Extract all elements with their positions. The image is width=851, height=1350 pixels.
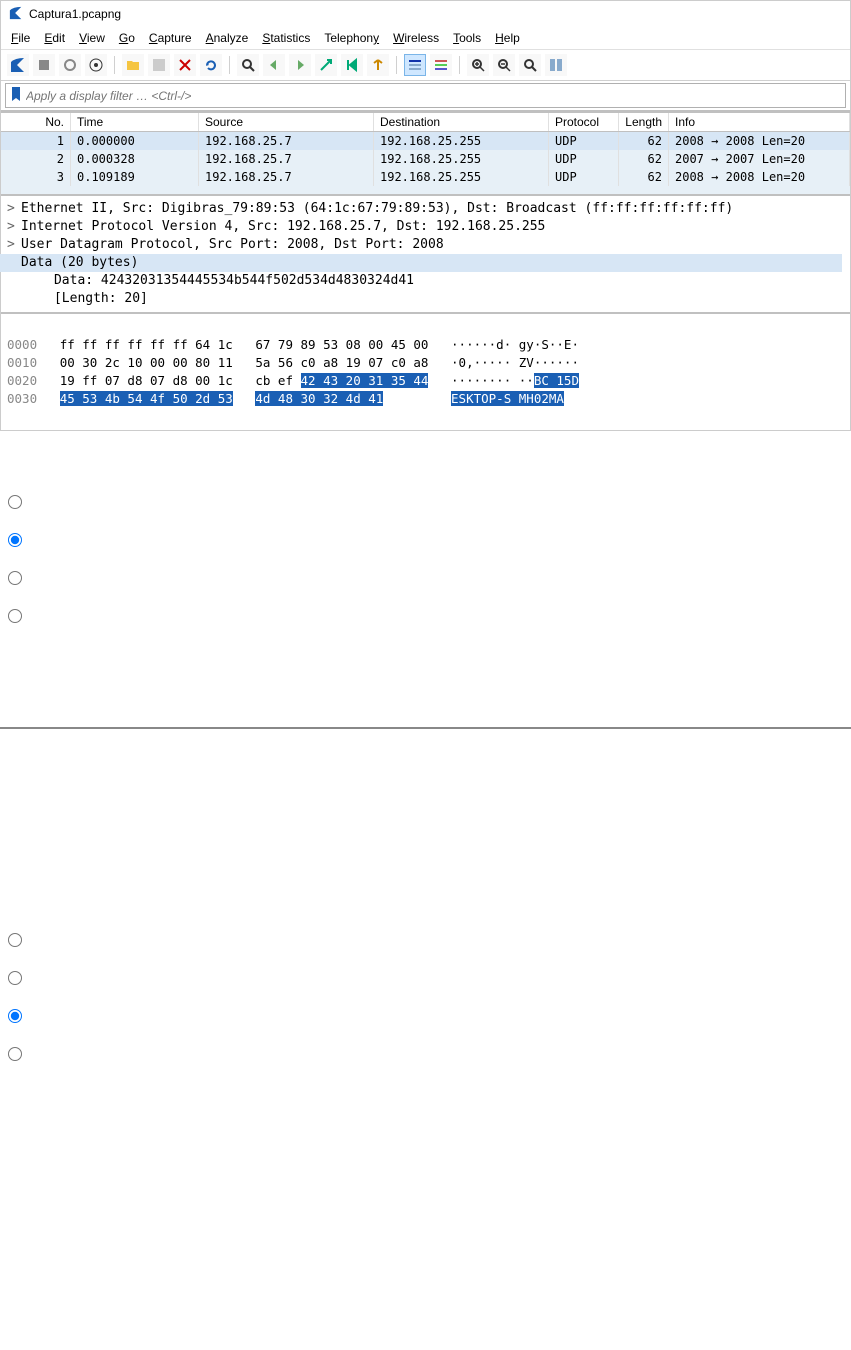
menu-edit[interactable]: Edit (44, 31, 65, 45)
menu-tools[interactable]: Tools (453, 31, 481, 45)
separator (459, 56, 460, 74)
options-icon[interactable] (85, 54, 107, 76)
col-length[interactable]: Length (619, 113, 669, 131)
jump-icon[interactable] (315, 54, 337, 76)
titlebar: Captura1.pcapng (1, 1, 850, 27)
packet-row[interactable]: 1 0.000000 192.168.25.7 192.168.25.255 U… (1, 132, 850, 150)
open-icon[interactable] (122, 54, 144, 76)
radio-option[interactable] (8, 609, 22, 623)
radio-option[interactable] (8, 533, 22, 547)
radio-option[interactable] (8, 1009, 22, 1023)
packet-row[interactable] (1, 186, 850, 194)
save-icon[interactable] (148, 54, 170, 76)
filter-input-box[interactable] (5, 83, 846, 108)
menu-help[interactable]: Help (495, 31, 520, 45)
menu-statistics[interactable]: Statistics (262, 31, 310, 45)
prev-icon[interactable] (263, 54, 285, 76)
detail-data-header[interactable]: vData (20 bytes) (7, 254, 844, 272)
menu-capture[interactable]: Capture (149, 31, 192, 45)
stop-capture-icon[interactable] (33, 54, 55, 76)
menu-file[interactable]: File (11, 31, 30, 45)
colorize-icon[interactable] (430, 54, 452, 76)
hex-offset: 0020 (7, 373, 37, 388)
detail-data-hex[interactable]: Data: 42432031354445534b544f502d534d4830… (7, 272, 844, 290)
radio-option[interactable] (8, 1047, 22, 1061)
menu-go[interactable]: Go (119, 31, 135, 45)
hex-offset: 0000 (7, 337, 37, 352)
resize-columns-icon[interactable] (545, 54, 567, 76)
expander-icon[interactable]: > (7, 218, 21, 236)
radio-option[interactable] (8, 971, 22, 985)
packet-list-header[interactable]: No. Time Source Destination Protocol Len… (1, 112, 850, 132)
expander-icon[interactable]: > (7, 236, 21, 254)
separator (229, 56, 230, 74)
zoom-in-icon[interactable] (467, 54, 489, 76)
packet-row[interactable]: 3 0.109189 192.168.25.7 192.168.25.255 U… (1, 168, 850, 186)
expander-icon[interactable]: > (7, 200, 21, 218)
menu-view[interactable]: View (79, 31, 105, 45)
menu-analyze[interactable]: Analyze (206, 31, 249, 45)
packet-row[interactable]: 2 0.000328 192.168.25.7 192.168.25.255 U… (1, 150, 850, 168)
zoom-reset-icon[interactable] (519, 54, 541, 76)
menubar[interactable]: File Edit View Go Capture Analyze Statis… (1, 27, 850, 50)
packet-list[interactable]: 1 0.000000 192.168.25.7 192.168.25.255 U… (1, 132, 850, 194)
detail-ip[interactable]: >Internet Protocol Version 4, Src: 192.1… (7, 218, 844, 236)
zoom-out-icon[interactable] (493, 54, 515, 76)
toolbar (1, 50, 850, 81)
section-divider (0, 727, 851, 729)
menu-telephony[interactable]: Telephony (324, 31, 379, 45)
first-icon[interactable] (341, 54, 363, 76)
detail-eth[interactable]: >Ethernet II, Src: Digibras_79:89:53 (64… (7, 200, 844, 218)
close-icon[interactable] (174, 54, 196, 76)
radio-option[interactable] (8, 571, 22, 585)
col-info[interactable]: Info (669, 113, 850, 131)
col-time[interactable]: Time (71, 113, 199, 131)
radio-option[interactable] (8, 495, 22, 509)
filter-input[interactable] (26, 89, 839, 103)
separator (114, 56, 115, 74)
radio-option[interactable] (8, 933, 22, 947)
detail-data-len[interactable]: [Length: 20] (7, 290, 844, 308)
col-source[interactable]: Source (199, 113, 374, 131)
find-icon[interactable] (237, 54, 259, 76)
reload-icon[interactable] (200, 54, 222, 76)
col-protocol[interactable]: Protocol (549, 113, 619, 131)
hex-offset: 0010 (7, 355, 37, 370)
filterbar (1, 81, 850, 112)
start-capture-icon[interactable] (7, 54, 29, 76)
packet-details[interactable]: >Ethernet II, Src: Digibras_79:89:53 (64… (1, 196, 850, 312)
next-icon[interactable] (289, 54, 311, 76)
restart-capture-icon[interactable] (59, 54, 81, 76)
separator (396, 56, 397, 74)
window-title: Captura1.pcapng (29, 7, 121, 21)
bookmark-icon[interactable] (12, 87, 26, 104)
menu-wireless[interactable]: Wireless (393, 31, 439, 45)
answer-group-2 (0, 789, 851, 1125)
last-icon[interactable] (367, 54, 389, 76)
detail-udp[interactable]: >User Datagram Protocol, Src Port: 2008,… (7, 236, 844, 254)
autoscroll-icon[interactable] (404, 54, 426, 76)
hex-offset: 0030 (7, 391, 37, 406)
fin-icon (9, 6, 29, 23)
answer-group-1 (0, 431, 851, 687)
hex-pane[interactable]: 0000 ff ff ff ff ff ff 64 1c 67 79 89 53… (1, 312, 850, 430)
col-destination[interactable]: Destination (374, 113, 549, 131)
col-no[interactable]: No. (1, 113, 71, 131)
wireshark-window: Captura1.pcapng File Edit View Go Captur… (0, 0, 851, 431)
